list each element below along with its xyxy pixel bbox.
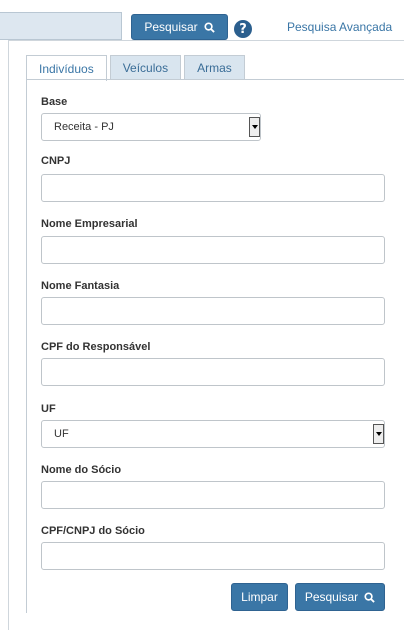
search-icon [204, 21, 215, 33]
base-select[interactable]: Receita - PJ [41, 113, 261, 141]
nome-socio-field[interactable] [41, 481, 385, 509]
advanced-search-link[interactable]: Pesquisa Avançada [287, 20, 392, 34]
cnpj-label: CNPJ [41, 155, 71, 167]
tab-individuos[interactable]: Indivíduos [26, 55, 107, 81]
search-icon [364, 591, 375, 603]
tab-armas[interactable]: Armas [184, 55, 245, 80]
base-select-value: Receita - PJ [54, 121, 114, 133]
top-search-button[interactable]: Pesquisar [131, 14, 228, 40]
base-label: Base [41, 96, 68, 108]
search-button[interactable]: Pesquisar [295, 583, 385, 611]
cpf-responsavel-label: CPF do Responsável [41, 341, 151, 353]
nome-empresarial-field[interactable] [41, 236, 385, 264]
nome-fantasia-label: Nome Fantasia [41, 280, 120, 292]
clear-button[interactable]: Limpar [231, 583, 288, 611]
search-button-label: Pesquisar [304, 590, 359, 604]
nome-fantasia-field[interactable] [41, 297, 385, 325]
tab-bar: Indivíduos Veículos Armas [26, 54, 248, 81]
help-icon[interactable]: ? [234, 20, 252, 38]
tab-divider [26, 79, 404, 80]
nome-empresarial-label: Nome Empresarial [41, 218, 138, 230]
uf-label: UF [41, 403, 56, 415]
nome-socio-label: Nome do Sócio [41, 464, 122, 476]
cnpj-field[interactable] [41, 174, 385, 202]
top-search-label: Pesquisar [144, 20, 198, 34]
uf-select-value: UF [54, 428, 69, 440]
cpf-responsavel-field[interactable] [41, 358, 385, 386]
quick-search-input[interactable] [0, 12, 122, 40]
uf-select[interactable]: UF [41, 420, 385, 448]
tab-content-border [26, 79, 27, 613]
cpf-cnpj-socio-label: CPF/CNPJ do Sócio [41, 525, 145, 537]
cpf-cnpj-socio-field[interactable] [41, 542, 385, 570]
chevron-down-icon [249, 117, 260, 137]
chevron-down-icon [373, 424, 384, 444]
tab-veiculos[interactable]: Veículos [109, 55, 182, 80]
